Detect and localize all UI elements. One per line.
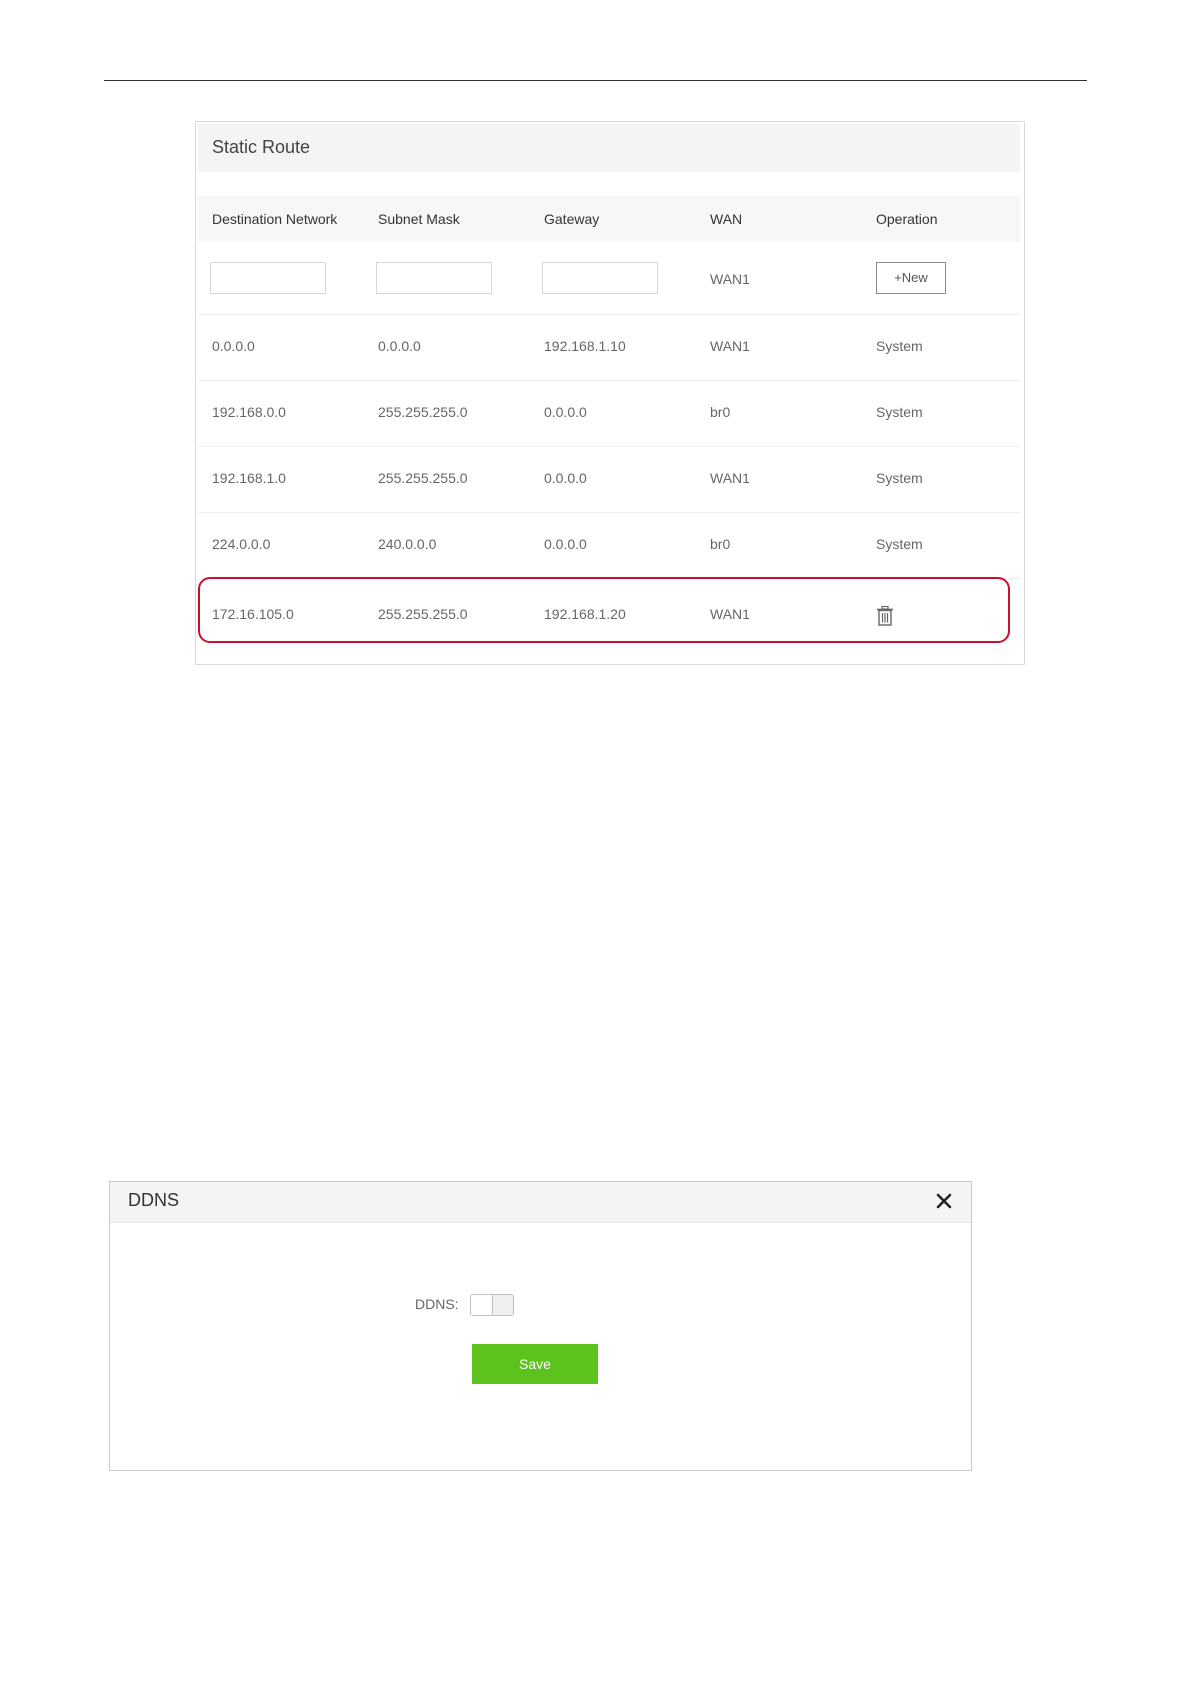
cell-gateway: 0.0.0.0	[544, 536, 587, 552]
table-row: 192.168.0.0 255.255.255.0 0.0.0.0 br0 Sy…	[198, 380, 1020, 447]
cell-destination: 224.0.0.0	[212, 536, 271, 552]
cell-wan: WAN1	[710, 338, 750, 354]
cell-operation: System	[876, 470, 923, 486]
static-route-title: Static Route	[212, 137, 311, 157]
cell-subnet-mask: 255.255.255.0	[378, 470, 468, 486]
cell-subnet-mask: 0.0.0.0	[378, 338, 421, 354]
wan-value: WAN1	[710, 271, 750, 287]
column-header-destination: Destination Network	[212, 211, 338, 227]
cell-operation: System	[876, 338, 923, 354]
cell-wan: br0	[710, 536, 731, 552]
ddns-dialog-title: DDNS	[128, 1190, 180, 1210]
ddns-dialog-header: DDNS	[110, 1182, 971, 1223]
column-header-wan: WAN	[710, 211, 743, 227]
cell-gateway: 0.0.0.0	[544, 470, 587, 486]
close-icon[interactable]	[933, 1190, 955, 1212]
column-header-gateway: Gateway	[544, 211, 600, 227]
page-top-rule	[104, 80, 1087, 81]
cell-operation: System	[876, 536, 923, 552]
gateway-input[interactable]	[542, 262, 658, 294]
table-header: Destination Network Subnet Mask Gateway …	[198, 196, 1020, 242]
static-route-header: Static Route	[198, 124, 1020, 172]
new-route-button[interactable]: +New	[876, 262, 946, 294]
table-row: 224.0.0.0 240.0.0.0 0.0.0.0 br0 System	[198, 512, 1020, 579]
ddns-toggle-label: DDNS:	[415, 1296, 459, 1312]
cell-wan: br0	[710, 404, 731, 420]
ddns-dialog: DDNS DDNS: Save	[109, 1181, 972, 1471]
cell-subnet-mask: 255.255.255.0	[378, 404, 468, 420]
ddns-toggle[interactable]	[470, 1294, 514, 1316]
cell-gateway: 192.168.1.10	[544, 338, 626, 354]
cell-gateway: 0.0.0.0	[544, 404, 587, 420]
cell-destination: 192.168.1.0	[212, 470, 286, 486]
save-button[interactable]: Save	[472, 1344, 598, 1384]
cell-operation: System	[876, 404, 923, 420]
cell-subnet-mask: 240.0.0.0	[378, 536, 437, 552]
static-route-panel: Static Route Destination Network Subnet …	[195, 121, 1025, 665]
column-header-subnet-mask: Subnet Mask	[378, 211, 460, 227]
toggle-knob	[471, 1295, 493, 1315]
cell-wan: WAN1	[710, 470, 750, 486]
new-route-row: WAN1 +New	[198, 242, 1020, 315]
column-header-operation: Operation	[876, 211, 938, 227]
table-row: 0.0.0.0 0.0.0.0 192.168.1.10 WAN1 System	[198, 314, 1020, 381]
table-row: 192.168.1.0 255.255.255.0 0.0.0.0 WAN1 S…	[198, 446, 1020, 513]
destination-network-input[interactable]	[210, 262, 326, 294]
cell-destination: 192.168.0.0	[212, 404, 286, 420]
cell-destination: 0.0.0.0	[212, 338, 255, 354]
subnet-mask-input[interactable]	[376, 262, 492, 294]
highlight-outline	[198, 577, 1010, 643]
